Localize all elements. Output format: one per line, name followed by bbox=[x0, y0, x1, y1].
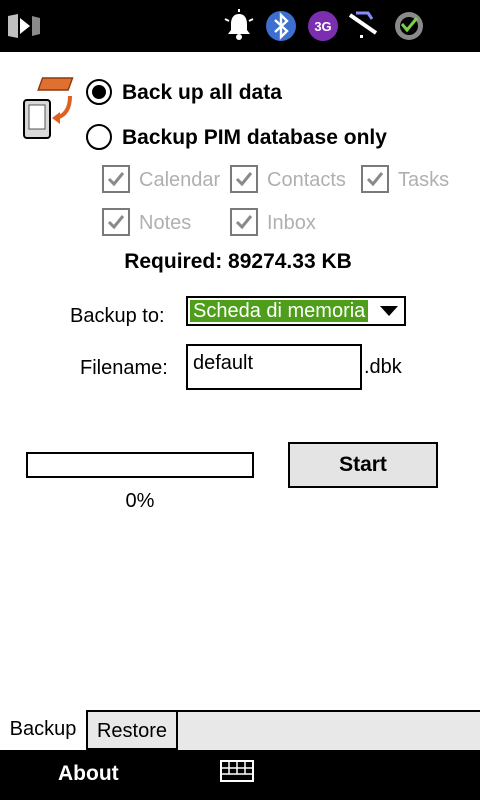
backup-to-label: Backup to: bbox=[70, 305, 165, 327]
progress-bar bbox=[26, 452, 254, 478]
start-button[interactable]: Start bbox=[288, 442, 438, 488]
notification-bell-icon[interactable] bbox=[222, 9, 256, 43]
3g-icon[interactable]: 3G bbox=[306, 9, 340, 43]
signal-icon[interactable] bbox=[346, 9, 380, 43]
keyboard-icon[interactable] bbox=[220, 760, 254, 782]
windows-start-icon[interactable] bbox=[6, 12, 42, 40]
backup-pim-only-radio[interactable] bbox=[86, 124, 112, 150]
calendar-label: Calendar bbox=[139, 169, 221, 191]
filename-label: Filename: bbox=[80, 357, 168, 379]
bluetooth-icon[interactable] bbox=[264, 9, 298, 43]
file-extension: .dbk bbox=[364, 356, 402, 378]
back-up-all-data-label: Back up all data bbox=[122, 81, 282, 104]
required-size-text: Required: 89274.33 KB bbox=[124, 250, 352, 273]
contacts-label: Contacts bbox=[267, 169, 346, 191]
contacts-checkbox[interactable] bbox=[230, 165, 258, 193]
backup-app-icon bbox=[20, 74, 82, 142]
inbox-label: Inbox bbox=[267, 212, 316, 234]
backup-to-dropdown[interactable]: Scheda di memoria bbox=[186, 296, 406, 326]
tasks-checkbox[interactable] bbox=[361, 165, 389, 193]
notes-checkbox[interactable] bbox=[102, 208, 130, 236]
calendar-checkbox[interactable] bbox=[102, 165, 130, 193]
filename-input[interactable]: default bbox=[186, 344, 362, 390]
tab-backup[interactable]: Backup bbox=[0, 710, 88, 750]
svg-text:3G: 3G bbox=[314, 19, 331, 34]
tasks-label: Tasks bbox=[398, 169, 450, 191]
about-softkey[interactable]: About bbox=[58, 762, 119, 786]
notes-label: Notes bbox=[139, 212, 192, 234]
sync-icon[interactable] bbox=[392, 9, 426, 43]
backup-pim-only-label: Backup PIM database only bbox=[122, 126, 387, 149]
ok-button[interactable]: ok bbox=[442, 13, 467, 37]
progress-percent: 0% bbox=[125, 490, 155, 512]
window-title: Data Backup bbox=[60, 13, 188, 36]
back-up-all-data-radio[interactable] bbox=[86, 79, 112, 105]
inbox-checkbox[interactable] bbox=[230, 208, 258, 236]
chevron-down-icon[interactable] bbox=[380, 306, 398, 316]
tab-restore[interactable]: Restore bbox=[88, 710, 178, 750]
backup-to-value: Scheda di memoria bbox=[190, 300, 369, 322]
